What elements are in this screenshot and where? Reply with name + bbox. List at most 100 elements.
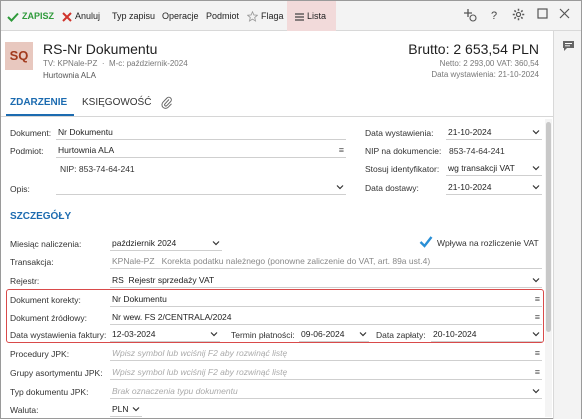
checkmark-icon xyxy=(419,236,433,248)
tab-ksiegowosc[interactable]: KSIĘGOWOŚĆ xyxy=(82,97,151,108)
star-icon xyxy=(247,11,258,22)
flag-button[interactable]: Flaga xyxy=(247,1,284,31)
dokument-field[interactable]: Nr Dokumentu xyxy=(56,125,346,140)
podmiot-label: Podmiot: xyxy=(10,146,44,156)
waluta-select[interactable]: PLN xyxy=(110,402,142,417)
operations-label: Operacje xyxy=(162,11,199,21)
miesiac-naliczenia-select[interactable]: październik 2024 xyxy=(110,236,222,251)
menu-icon[interactable]: ≡ xyxy=(535,310,540,324)
wplywa-label: Wpływa na rozliczenie VAT xyxy=(437,238,539,248)
chevron-down-icon xyxy=(336,185,344,190)
termin-platnosci-field[interactable]: 09-06-2024 xyxy=(299,327,369,342)
termin-platnosci-label: Termin płatności: xyxy=(231,330,295,340)
opis-field[interactable] xyxy=(56,180,346,195)
save-label: ZAPISZ xyxy=(22,11,55,21)
hamburger-icon xyxy=(295,13,304,21)
data-wystawienia-faktury-label: Data wystawienia faktury: xyxy=(10,330,107,340)
nip-dokument-value: 853-74-64-241 xyxy=(449,146,505,156)
avatar: SQ xyxy=(5,42,33,70)
chevron-down-icon xyxy=(532,185,540,190)
app-window: ZAPISZ Anuluj Typ zapisu Operacje Podmio… xyxy=(0,0,582,419)
close-window-icon[interactable] xyxy=(556,8,572,24)
stosuj-identyfikator-value: wg transakcji VAT xyxy=(448,163,515,173)
termin-platnosci-value: 09-06-2024 xyxy=(301,329,345,339)
attachment-icon[interactable] xyxy=(161,96,173,110)
active-tab-indicator xyxy=(6,114,74,116)
grupy-asortymentu-label: Grupy asortymentu JPK: xyxy=(10,368,103,378)
dokument-label: Dokument: xyxy=(10,128,52,138)
brutto-amount: Brutto: 2 653,54 PLN xyxy=(408,41,539,57)
podmiot-field[interactable]: Hurtownia ALA ≡ xyxy=(56,143,346,158)
rejestr-code: RS xyxy=(112,275,124,285)
checkmark-icon xyxy=(7,12,19,22)
netto-vat-amount: Netto: 2 293,00 VAT: 360,54 xyxy=(439,59,539,68)
flag-label: Flaga xyxy=(261,11,284,21)
opis-label: Opis: xyxy=(10,184,30,194)
close-icon xyxy=(62,11,72,22)
transaction-type: TV: KPNale-PZ xyxy=(43,59,98,68)
data-wystawienia-label: Data wystawienia: xyxy=(365,128,434,138)
transakcja-label: Transakcja: xyxy=(10,257,54,267)
dokument-zrodlowy-value: Nr wew. FS 2/CENTRALA/2024 xyxy=(112,312,232,322)
grupy-asortymentu-field[interactable]: Wpisz symbol lub wciśnij F2 aby rozwinąć… xyxy=(110,365,542,380)
menu-icon[interactable]: ≡ xyxy=(535,365,540,379)
chevron-down-icon xyxy=(132,407,140,412)
dokument-zrodlowy-field[interactable]: Nr wew. FS 2/CENTRALA/2024 ≡ xyxy=(110,310,542,325)
chevron-down-icon xyxy=(212,241,220,246)
dokument-korekty-value: Nr Dokumentu xyxy=(112,294,167,304)
toolbar: ZAPISZ Anuluj Typ zapisu Operacje Podmio… xyxy=(1,1,581,31)
miesiac-naliczenia-value: październik 2024 xyxy=(112,238,177,248)
gear-icon[interactable] xyxy=(510,8,526,24)
data-dostawy-field[interactable]: 21-10-2024 xyxy=(446,180,542,195)
maximize-icon[interactable] xyxy=(534,8,550,24)
menu-icon[interactable]: ≡ xyxy=(339,143,344,157)
data-wystawienia-field[interactable]: 21-10-2024 xyxy=(446,125,542,140)
save-button[interactable]: ZAPISZ xyxy=(7,1,54,31)
month: M-c: październik-2024 xyxy=(108,59,188,68)
chevron-down-icon xyxy=(532,166,540,171)
side-panel xyxy=(553,31,581,419)
typ-dokumentu-jpk-label: Typ dokumentu JPK: xyxy=(10,387,89,397)
tab-bar: ZDARZENIE KSIĘGOWOŚĆ xyxy=(1,90,553,117)
procedury-jpk-field[interactable]: Wpisz symbol lub wciśnij F2 aby rozwinąć… xyxy=(110,346,542,361)
dokument-korekty-label: Dokument korekty: xyxy=(10,295,81,305)
chevron-down-icon xyxy=(210,332,218,337)
menu-icon[interactable]: ≡ xyxy=(535,346,540,360)
nip-dokument-label: NIP na dokumencie: xyxy=(365,146,442,156)
list-button[interactable]: Lista xyxy=(287,1,336,31)
rejestr-desc: Rejestr sprzedaży VAT xyxy=(128,275,215,285)
type-button[interactable]: Typ zapisu xyxy=(112,1,155,31)
dokument-zrodlowy-label: Dokument źródłowy: xyxy=(10,313,88,323)
data-zaplaty-label: Data zapłaty: xyxy=(376,330,426,340)
tab-zdarzenie[interactable]: ZDARZENIE xyxy=(10,97,67,108)
stosuj-identyfikator-label: Stosuj identyfikator: xyxy=(365,164,440,174)
grupy-asortymentu-placeholder: Wpisz symbol lub wciśnij F2 aby rozwinąć… xyxy=(112,367,288,377)
typ-dokumentu-jpk-select[interactable]: Brak oznaczenia typu dokumentu xyxy=(110,384,542,399)
add-shape-icon[interactable] xyxy=(462,8,478,24)
comment-icon[interactable] xyxy=(562,40,575,52)
cancel-button[interactable]: Anuluj xyxy=(62,1,100,31)
data-zaplaty-field[interactable]: 20-10-2024 xyxy=(431,327,542,342)
subject-label: Podmiot xyxy=(206,11,240,21)
data-wystawienia-faktury-field[interactable]: 12-03-2024 xyxy=(110,327,220,342)
contractor-name: Hurtownia ALA xyxy=(43,71,96,80)
nip-value: NIP: 853-74-64-241 xyxy=(60,164,135,174)
chevron-down-icon xyxy=(532,130,540,135)
waluta-label: Waluta: xyxy=(10,405,39,415)
stosuj-identyfikator-select[interactable]: wg transakcji VAT xyxy=(446,161,542,176)
help-icon[interactable]: ? xyxy=(486,8,502,24)
operations-button[interactable]: Operacje xyxy=(162,1,199,31)
menu-icon[interactable]: ≡ xyxy=(535,292,540,306)
chevron-down-icon xyxy=(532,332,540,337)
list-label: Lista xyxy=(307,11,327,21)
document-title: RS-Nr Dokumentu xyxy=(43,41,158,57)
chevron-down-icon xyxy=(359,332,367,337)
chevron-down-icon xyxy=(532,278,540,283)
typ-dokumentu-jpk-placeholder: Brak oznaczenia typu dokumentu xyxy=(112,386,238,396)
scrollbar-thumb[interactable] xyxy=(546,122,551,332)
data-dostawy-label: Data dostawy: xyxy=(365,183,419,193)
type-label: Typ zapisu xyxy=(112,11,156,21)
rejestr-select[interactable]: RS Rejestr sprzedaży VAT xyxy=(110,273,542,288)
subject-button[interactable]: Podmiot xyxy=(206,1,239,31)
dokument-korekty-field[interactable]: Nr Dokumentu ≡ xyxy=(110,292,542,307)
